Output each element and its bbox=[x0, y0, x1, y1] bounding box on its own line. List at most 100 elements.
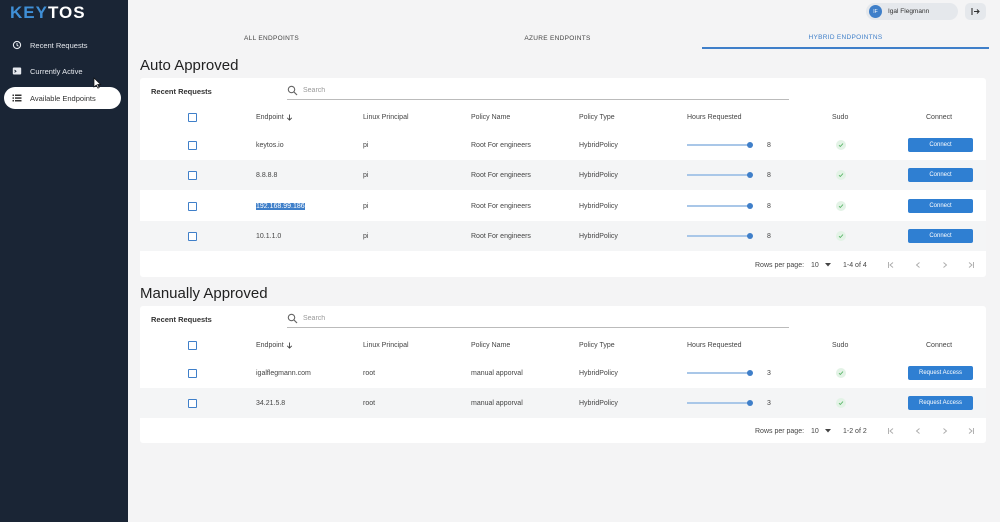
hours-slider[interactable] bbox=[687, 191, 757, 221]
connect-button[interactable]: Connect bbox=[908, 229, 973, 243]
check-icon bbox=[836, 231, 846, 241]
select-all-checkbox[interactable] bbox=[188, 340, 197, 350]
row-checkbox[interactable] bbox=[188, 398, 197, 408]
search-input[interactable] bbox=[303, 315, 773, 322]
column-header-hours-requested: Hours Requested bbox=[687, 341, 742, 349]
auto-approved-title: Auto Approved bbox=[140, 57, 239, 74]
column-header-endpoint[interactable]: Endpoint bbox=[256, 104, 293, 130]
logo-prefix: KEY bbox=[10, 3, 48, 22]
column-header-policy-type: Policy Type bbox=[579, 341, 615, 349]
table-row: keytos.io pi Root For engineers HybridPo… bbox=[140, 130, 986, 160]
card-label: Recent Requests bbox=[151, 87, 212, 96]
policy-type-cell: HybridPolicy bbox=[579, 369, 618, 377]
request-access-button[interactable]: Request Access bbox=[908, 396, 973, 410]
prev-page-icon[interactable] bbox=[913, 260, 923, 270]
pagination: Rows per page: 10 1-4 of 4 bbox=[140, 253, 986, 277]
request-access-button[interactable]: Request Access bbox=[908, 366, 973, 380]
sidebar-item-currently-active[interactable]: Currently Active bbox=[4, 60, 121, 82]
principal-cell: pi bbox=[363, 171, 369, 179]
first-page-icon[interactable] bbox=[886, 426, 896, 436]
column-header-sudo: Sudo bbox=[832, 341, 849, 349]
sidebar-item-recent-requests[interactable]: Recent Requests bbox=[4, 34, 121, 56]
column-header-sudo: Sudo bbox=[832, 113, 849, 121]
logout-button[interactable] bbox=[965, 3, 986, 20]
hours-value: 3 bbox=[767, 399, 771, 407]
column-header-endpoint[interactable]: Endpoint bbox=[256, 332, 293, 358]
principal-cell: root bbox=[363, 399, 376, 407]
slider-thumb[interactable] bbox=[747, 172, 753, 178]
policy-name-cell: Root For engineers bbox=[471, 202, 531, 210]
search-icon bbox=[287, 85, 298, 96]
connect-button[interactable]: Connect bbox=[908, 138, 973, 152]
sidebar-item-available-endpoints[interactable]: Available Endpoints bbox=[4, 87, 121, 109]
hours-value: 8 bbox=[767, 141, 771, 149]
card-label: Recent Requests bbox=[151, 315, 212, 324]
tab-all-endpoints[interactable]: ALL ENDPOINTS bbox=[140, 28, 403, 49]
first-page-icon[interactable] bbox=[886, 260, 896, 270]
hours-slider[interactable] bbox=[687, 221, 757, 251]
rows-per-page-select[interactable]: 10 bbox=[811, 253, 831, 277]
connect-button[interactable]: Connect bbox=[908, 168, 973, 182]
policy-name-cell: manual apporval bbox=[471, 399, 523, 407]
slider-thumb[interactable] bbox=[747, 203, 753, 209]
endpoint-tabs: ALL ENDPOINTS AZURE ENDPOINTS HYBRID END… bbox=[140, 28, 990, 49]
endpoint-cell: 10.1.1.0 bbox=[256, 232, 282, 240]
row-checkbox[interactable] bbox=[188, 368, 197, 378]
user-menu[interactable]: IF Igal Flegmann bbox=[866, 3, 958, 20]
manually-approved-card: Recent Requests Endpoint Linux Principal… bbox=[140, 306, 986, 443]
column-header-connect: Connect bbox=[926, 341, 953, 349]
table-row: 10.1.1.0 pi Root For engineers HybridPol… bbox=[140, 221, 986, 251]
next-page-icon[interactable] bbox=[940, 426, 950, 436]
card-header: Recent Requests bbox=[140, 78, 986, 104]
rows-per-page-label: Rows per page: bbox=[755, 261, 805, 269]
column-header-linux-principal: Linux Principal bbox=[363, 341, 409, 349]
mouse-cursor-icon bbox=[93, 77, 102, 89]
hours-slider[interactable] bbox=[687, 358, 757, 388]
connect-button[interactable]: Connect bbox=[908, 199, 973, 213]
prev-page-icon[interactable] bbox=[913, 426, 923, 436]
policy-type-cell: HybridPolicy bbox=[579, 202, 618, 210]
sort-arrow-down-icon bbox=[286, 114, 292, 121]
row-checkbox[interactable] bbox=[188, 201, 197, 211]
slider-thumb[interactable] bbox=[747, 370, 753, 376]
hours-slider[interactable] bbox=[687, 130, 757, 160]
principal-cell: root bbox=[363, 369, 376, 377]
hours-value: 3 bbox=[767, 369, 771, 377]
last-page-icon[interactable] bbox=[966, 260, 976, 270]
row-checkbox[interactable] bbox=[188, 231, 197, 241]
slider-thumb[interactable] bbox=[747, 400, 753, 406]
search-input[interactable] bbox=[303, 87, 773, 94]
history-icon bbox=[12, 40, 22, 50]
slider-thumb[interactable] bbox=[747, 142, 753, 148]
card-header: Recent Requests bbox=[140, 306, 986, 332]
selected-endpoint-text: 192.168.99.186 bbox=[256, 202, 305, 210]
search-box bbox=[287, 82, 789, 100]
tab-azure-endpoints[interactable]: AZURE ENDPOINTS bbox=[426, 28, 689, 49]
column-header-connect: Connect bbox=[926, 113, 953, 121]
last-page-icon[interactable] bbox=[966, 426, 976, 436]
rows-per-page-select[interactable]: 10 bbox=[811, 419, 831, 443]
policy-type-cell: HybridPolicy bbox=[579, 141, 618, 149]
search-box bbox=[287, 310, 789, 328]
column-header-policy-type: Policy Type bbox=[579, 113, 615, 121]
slider-thumb[interactable] bbox=[747, 233, 753, 239]
select-all-checkbox[interactable] bbox=[188, 112, 197, 122]
column-header-policy-name: Policy Name bbox=[471, 341, 511, 349]
next-page-icon[interactable] bbox=[940, 260, 950, 270]
policy-name-cell: Root For engineers bbox=[471, 232, 531, 240]
pagination: Rows per page: 10 1-2 of 2 bbox=[140, 419, 986, 443]
keytos-logo[interactable]: KEYTOS bbox=[10, 2, 86, 24]
sort-arrow-down-icon bbox=[286, 342, 292, 349]
column-header-hours-requested: Hours Requested bbox=[687, 113, 742, 121]
tab-hybrid-endpoints[interactable]: HYBRID ENDPOINTNS bbox=[702, 28, 989, 49]
sidebar-item-label: Recent Requests bbox=[30, 40, 88, 50]
endpoint-cell: keytos.io bbox=[256, 141, 284, 149]
auto-approved-card: Recent Requests Endpoint Linux Principal… bbox=[140, 78, 986, 277]
hours-slider[interactable] bbox=[687, 388, 757, 418]
row-checkbox[interactable] bbox=[188, 170, 197, 180]
sidebar-item-label: Currently Active bbox=[30, 66, 83, 76]
hours-slider[interactable] bbox=[687, 160, 757, 190]
row-checkbox[interactable] bbox=[188, 140, 197, 150]
logo-suffix: TOS bbox=[47, 3, 86, 22]
hours-value: 8 bbox=[767, 171, 771, 179]
